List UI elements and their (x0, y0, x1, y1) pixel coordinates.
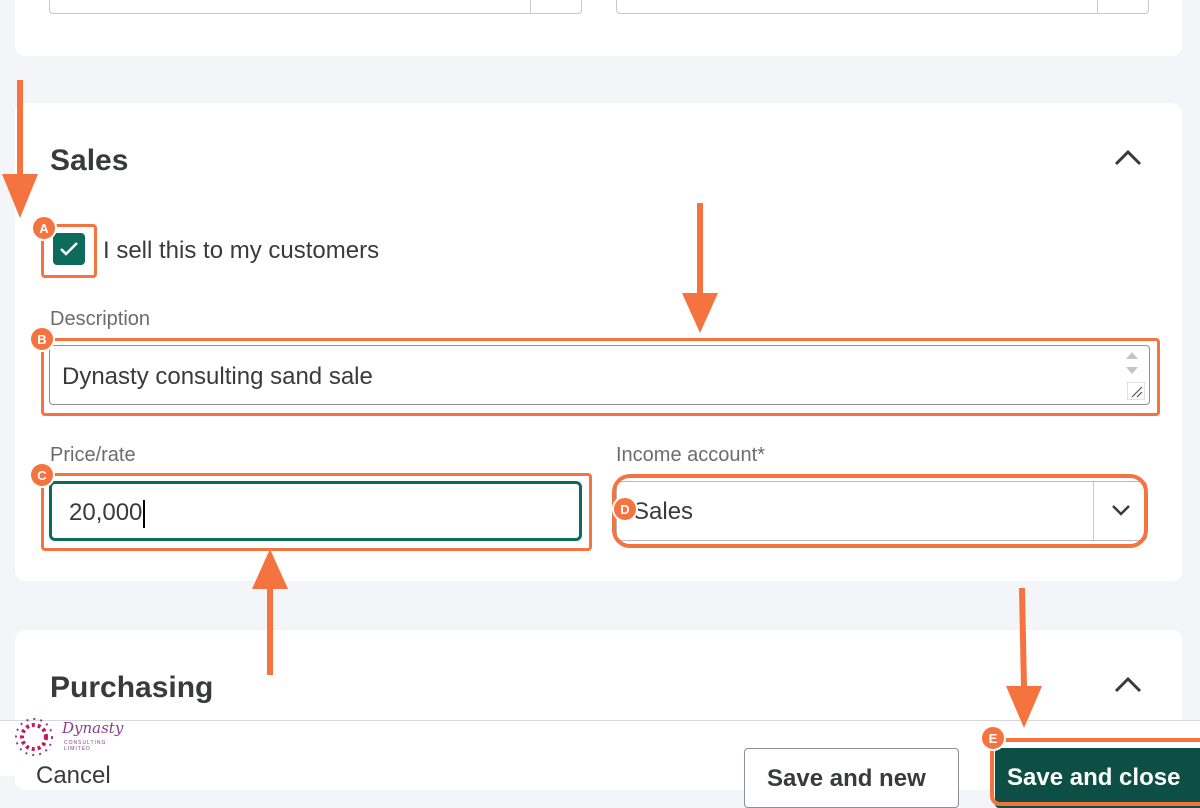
sales-section-title: Sales (50, 144, 129, 177)
save-and-new-button[interactable]: Save and new (744, 748, 959, 808)
arrow-down-left (2, 80, 38, 218)
logo-name: Dynasty (62, 719, 124, 737)
callout-save-close (990, 738, 1200, 806)
price-rate-label: Price/rate (50, 444, 136, 466)
description-label: Description (50, 308, 151, 330)
logo-subtitle: CONSULTING LIMITED (64, 740, 107, 752)
logo-mark-icon (15, 718, 53, 756)
annotation-badge-e: E (980, 725, 1006, 751)
chevron-up-icon[interactable] (1113, 148, 1143, 168)
dynasty-logo: Dynasty CONSULTING LIMITED (12, 715, 132, 756)
annotation-badge-b: B (29, 326, 55, 352)
dropdown-separator (530, 0, 531, 13)
chevron-up-icon[interactable] (1113, 675, 1143, 695)
top-left-dropdown[interactable] (49, 0, 582, 14)
income-account-label: Income account* (616, 444, 765, 466)
arrow-up-price (252, 549, 288, 675)
arrow-down-description (682, 203, 718, 333)
annotation-badge-c: C (29, 462, 55, 488)
top-right-dropdown[interactable] (616, 0, 1149, 14)
purchasing-section-title: Purchasing (50, 671, 214, 704)
callout-description (41, 338, 1160, 416)
cancel-button[interactable]: Cancel (36, 762, 111, 790)
annotation-badge-d: D (612, 496, 638, 522)
callout-income-account (612, 474, 1148, 548)
callout-price (41, 473, 592, 551)
sell-to-customers-label: I sell this to my customers (103, 237, 380, 264)
arrow-down-save-close (1006, 588, 1042, 728)
dropdown-separator (1097, 0, 1098, 13)
